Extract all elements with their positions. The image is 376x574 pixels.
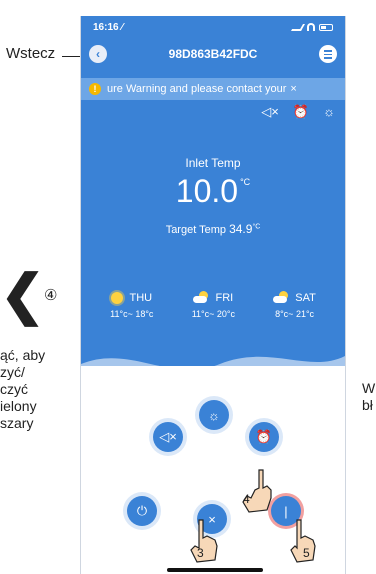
warning-close-icon[interactable]: × [290, 83, 296, 95]
mute-status-icon: ◁× [261, 104, 279, 119]
forecast-range: 11°c~ 18°c [110, 309, 154, 319]
inlet-temp-number: 10.0 [175, 173, 239, 209]
sun-icon [111, 292, 124, 304]
battery-icon [319, 23, 333, 31]
forecast-day: THU 11°c~ 18°c [110, 292, 153, 319]
hand-step-number: 4 [243, 492, 250, 506]
weather-forecast: THU 11°c~ 18°c FRI 11°c~ 20°c SAT 8°c~ 2… [81, 291, 345, 319]
target-temp-unit: °C [252, 223, 261, 231]
inlet-temp-label: Inlet Temp [185, 156, 241, 170]
cloud-sun-icon [193, 291, 209, 303]
target-temp-value: 34.9 [229, 222, 253, 236]
status-icons [290, 23, 333, 31]
status-icon-row: ◁× ⏰ ☼ [261, 104, 335, 120]
cloud-sun-icon [273, 291, 289, 303]
target-temp: Target Temp 34.9°C [81, 222, 345, 236]
target-temp-label: Target Temp [165, 224, 227, 236]
left-annotation-text: ąć, aby zyć/ czyć ielony szary [0, 347, 46, 431]
phone-screen: 16:16 ⁄ ‹ 98D863B42FDC ! ure Warning and… [80, 16, 346, 574]
forecast-day: SAT 8°c~ 21°c [273, 291, 316, 319]
status-bar: 16:16 ⁄ [81, 16, 345, 38]
sun-status-icon: ☼ [323, 104, 335, 119]
timer-button[interactable]: ⏰ [249, 422, 279, 452]
left-annotation-number: ④ [44, 287, 58, 304]
home-indicator [167, 568, 263, 572]
signal-icon [290, 23, 306, 31]
nav-bar: ‹ 98D863B42FDC [81, 42, 345, 68]
menu-line-icon [324, 50, 332, 52]
warning-icon: ! [89, 83, 101, 95]
back-annotation-label: Wstecz [6, 45, 56, 62]
inlet-temp-unit: °C [240, 177, 251, 187]
power-button[interactable]: ⏻ [127, 496, 157, 526]
inlet-temp-value: 10.0 °C [81, 173, 345, 210]
forecast-day-name: FRI [215, 292, 234, 304]
sun-mode-button[interactable]: ☼ [199, 400, 229, 430]
warning-banner[interactable]: ! ure Warning and please contact your × [81, 78, 345, 100]
menu-line-icon [324, 57, 332, 59]
menu-button[interactable] [319, 45, 337, 63]
hand-step-number: 3 [197, 546, 204, 560]
forecast-day: FRI 11°c~ 20°c [191, 291, 236, 319]
right-annotation-text: W bł [362, 380, 376, 413]
hand-pointer-icon [242, 469, 272, 513]
warning-text: ure Warning and please contact your [107, 83, 287, 95]
device-title: 98D863B42FDC [168, 47, 258, 61]
forecast-range: 8°c~ 21°c [275, 309, 315, 319]
hand-pointer-icon [190, 519, 218, 563]
forecast-day-name: SAT [295, 292, 316, 304]
hand-step-number: 5 [303, 546, 310, 560]
mute-button[interactable]: ◁× [153, 422, 183, 452]
chevron-left-icon: ❮ [0, 265, 46, 325]
forecast-day-name: THU [129, 292, 153, 304]
wifi-icon [307, 23, 315, 31]
timer-status-icon: ⏰ [292, 104, 310, 119]
menu-line-icon [324, 53, 332, 55]
status-time: 16:16 ⁄ [93, 21, 124, 33]
forecast-range: 11°c~ 20°c [191, 309, 236, 319]
